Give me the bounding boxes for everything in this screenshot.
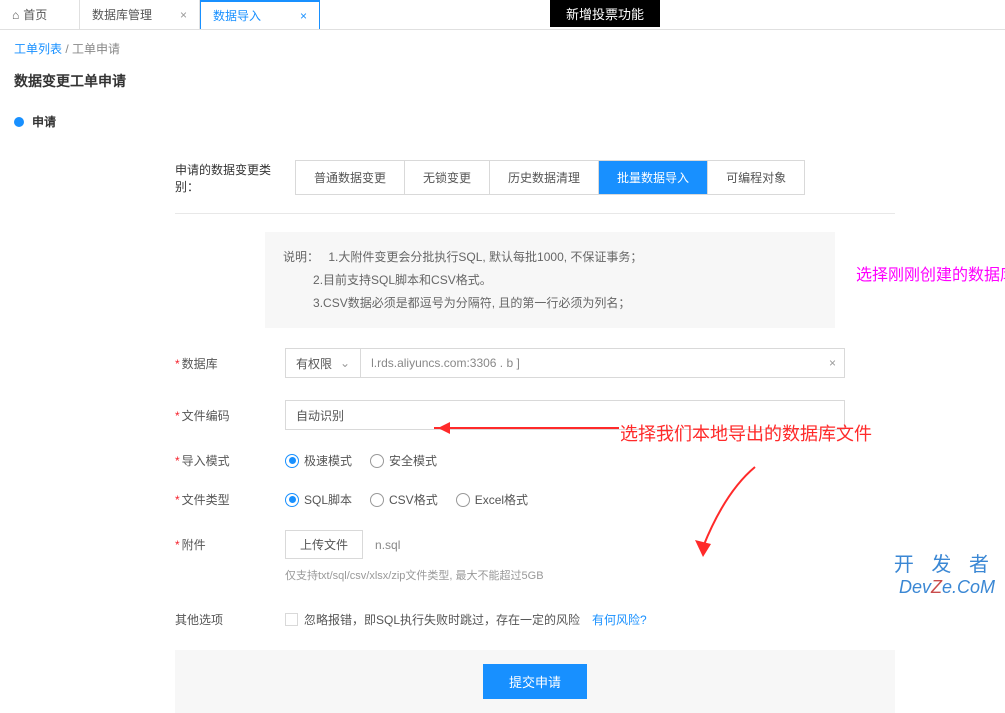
tab-label: 数据库管理 bbox=[92, 6, 152, 23]
info-label: 说明： bbox=[283, 250, 319, 264]
import-mode-radios: 极速模式 安全模式 bbox=[285, 452, 437, 469]
info-box: 说明： 1.大附件变更会分批执行SQL, 默认每批1000, 不保证事务； 2.… bbox=[265, 232, 835, 328]
category-row: 申请的数据变更类别： 普通数据变更 无锁变更 历史数据清理 批量数据导入 可编程… bbox=[175, 160, 895, 214]
file-type-label: *文件类型 bbox=[175, 491, 285, 508]
radio-icon bbox=[285, 454, 299, 468]
attachment-label: *附件 bbox=[175, 536, 285, 553]
uploaded-filename: n.sql bbox=[375, 538, 400, 552]
arrow-icon bbox=[434, 427, 619, 429]
step-label: 申请 bbox=[32, 113, 56, 130]
step-dot-icon bbox=[14, 117, 24, 127]
ignore-error-checkbox[interactable]: 忽略报错，即SQL执行失败时跳过，存在一定的风险 有何风险? bbox=[285, 611, 647, 628]
file-type-radios: SQL脚本 CSV格式 Excel格式 bbox=[285, 491, 528, 508]
home-icon: ⌂ bbox=[12, 8, 19, 22]
watermark: 开 发 者 DevZe.CoM bbox=[894, 548, 995, 598]
radio-icon bbox=[456, 493, 470, 507]
category-tab-normal[interactable]: 普通数据变更 bbox=[296, 161, 405, 194]
annotation-select-file: 选择我们本地导出的数据库文件 bbox=[620, 420, 872, 446]
category-tabs: 普通数据变更 无锁变更 历史数据清理 批量数据导入 可编程对象 bbox=[295, 160, 805, 195]
submit-area: 提交申请 bbox=[175, 650, 895, 713]
radio-safe-mode[interactable]: 安全模式 bbox=[370, 452, 437, 469]
permission-dropdown[interactable]: 有权限 ⌄ bbox=[286, 349, 361, 377]
breadcrumb: 工单列表 / 工单申请 bbox=[0, 30, 1005, 67]
encoding-label: *文件编码 bbox=[175, 407, 285, 424]
radio-csv[interactable]: CSV格式 bbox=[370, 491, 438, 508]
radio-excel[interactable]: Excel格式 bbox=[456, 491, 528, 508]
row-file-type: *文件类型 SQL脚本 CSV格式 Excel格式 bbox=[175, 491, 895, 508]
category-tab-programmable[interactable]: 可编程对象 bbox=[708, 161, 804, 194]
upload-button[interactable]: 上传文件 bbox=[285, 530, 363, 559]
import-mode-label: *导入模式 bbox=[175, 452, 285, 469]
radio-icon bbox=[285, 493, 299, 507]
category-label: 申请的数据变更类别： bbox=[175, 161, 295, 195]
annotation-select-db: 选择刚刚创建的数据库 bbox=[856, 264, 1005, 288]
category-tab-history[interactable]: 历史数据清理 bbox=[490, 161, 599, 194]
page-title: 数据变更工单申请 bbox=[0, 67, 1005, 103]
row-attachment: *附件 上传文件 n.sql bbox=[175, 530, 895, 559]
chevron-down-icon: ⌄ bbox=[340, 356, 350, 370]
radio-sql[interactable]: SQL脚本 bbox=[285, 491, 352, 508]
risk-link[interactable]: 有何风险? bbox=[592, 611, 647, 628]
checkbox-icon bbox=[285, 613, 298, 626]
radio-icon bbox=[370, 493, 384, 507]
tab-label: 数据导入 bbox=[213, 7, 261, 24]
upload-group: 上传文件 n.sql bbox=[285, 530, 400, 559]
radio-fast-mode[interactable]: 极速模式 bbox=[285, 452, 352, 469]
category-tab-batch-import[interactable]: 批量数据导入 bbox=[599, 161, 708, 194]
close-icon[interactable]: × bbox=[180, 8, 187, 22]
row-other-options: 其他选项 忽略报错，即SQL执行失败时跳过，存在一定的风险 有何风险? bbox=[175, 611, 895, 628]
tab-db-management[interactable]: 数据库管理 × bbox=[80, 0, 200, 29]
clear-icon[interactable]: × bbox=[821, 356, 844, 370]
breadcrumb-current: 工单申请 bbox=[72, 42, 120, 56]
top-banner: 新增投票功能 bbox=[550, 0, 660, 27]
upload-hint: 仅支持txt/sql/csv/xlsx/zip文件类型, 最大不能超过5GB bbox=[285, 567, 895, 583]
tab-label: 首页 bbox=[23, 6, 47, 23]
tab-bar: ⌂ 首页 数据库管理 × 数据导入 × bbox=[0, 0, 1005, 30]
database-select[interactable]: 有权限 ⌄ l.rds.aliyuncs.com:3306 . b ] × bbox=[285, 348, 845, 378]
database-value: l.rds.aliyuncs.com:3306 . b ] bbox=[361, 356, 821, 370]
breadcrumb-link[interactable]: 工单列表 bbox=[14, 42, 62, 56]
category-tab-lockless[interactable]: 无锁变更 bbox=[405, 161, 490, 194]
row-database: *数据库 有权限 ⌄ l.rds.aliyuncs.com:3306 . b ]… bbox=[175, 348, 895, 378]
tab-data-import[interactable]: 数据导入 × bbox=[200, 0, 320, 29]
radio-icon bbox=[370, 454, 384, 468]
submit-button[interactable]: 提交申请 bbox=[483, 664, 587, 699]
database-label: *数据库 bbox=[175, 355, 285, 372]
tab-home[interactable]: ⌂ 首页 bbox=[0, 0, 80, 29]
arrow-icon bbox=[685, 462, 765, 562]
other-options-label: 其他选项 bbox=[175, 611, 285, 628]
close-icon[interactable]: × bbox=[300, 9, 307, 23]
row-import-mode: *导入模式 极速模式 安全模式 bbox=[175, 452, 895, 469]
step-indicator: 申请 bbox=[0, 103, 1005, 140]
